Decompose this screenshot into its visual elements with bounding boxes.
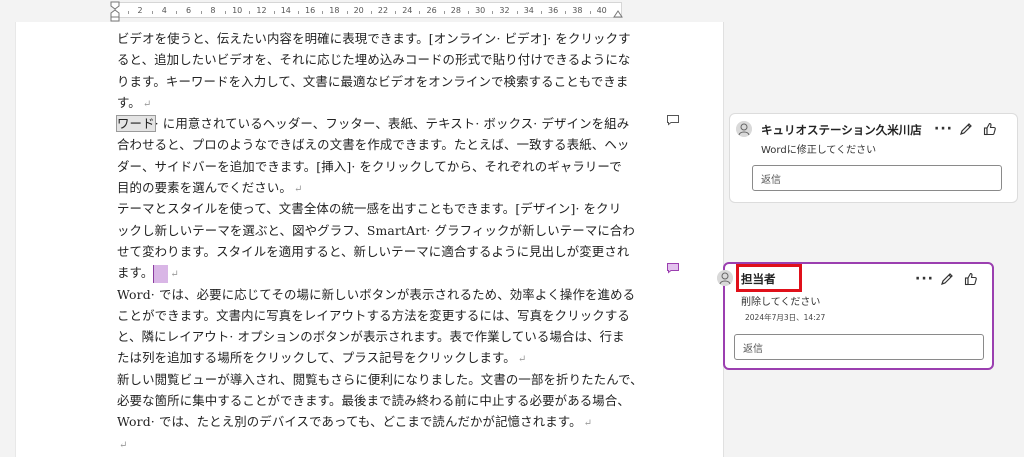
ruler-strip[interactable]: 2 4 6 8 10 12 14 16 18 20 22 24 26 28 30 32 34 36 38 40 [115, 2, 622, 18]
doc-line: 合わせると、プロのようなできばえの文書を作成できます。たとえば、一致する表紙、ヘ… [117, 137, 630, 153]
user-avatar-icon [717, 270, 733, 286]
comment-card-active[interactable]: 担当者 ··· 削除してください 2024年7月3日、14:27 返信 [717, 262, 994, 370]
ruler-tick [273, 11, 275, 14]
paragraph-mark: ↵ [517, 354, 527, 366]
ruler-tick [176, 11, 178, 14]
pencil-icon[interactable] [958, 121, 974, 137]
paragraph-mark: ↵ [583, 418, 593, 430]
document-body[interactable]: ビデオを使うと、伝えたい内容を明確に表現できます。[オンライン· ビデオ]· を… [116, 28, 643, 454]
doc-line: ビデオを使うと、伝えたい内容を明確に表現できます。[オンライン· ビデオ]· を… [117, 31, 631, 46]
doc-line: たは列を追加する場所をクリックして、プラス記号をクリックします。 ↵ [117, 350, 527, 366]
reply-input[interactable]: 返信 [752, 165, 1002, 191]
doc-line: ります。キーワードを入力して、文書に最適なビデオをオンラインで検索することもでき… [117, 73, 629, 89]
ruler-number: 40 [596, 6, 607, 15]
doc-line: 必要な箇所に集中することができます。最後まで読み終わる前に中止する必要がある場合… [117, 393, 630, 409]
ruler-tick [225, 11, 227, 14]
doc-line: ると、追加したいビデオを、それに応じた埋め込みコードの形式で貼り付けできるように… [117, 52, 631, 68]
ruler-tick [589, 11, 591, 14]
ruler-number: 4 [161, 6, 167, 15]
horizontal-ruler: 2 4 6 8 10 12 14 16 18 20 22 24 26 28 30 32 34 36 38 40 [0, 0, 1024, 22]
ruler-tick [565, 11, 567, 14]
paragraph-mark: ↵ [119, 439, 128, 451]
doc-line: Word· では、たとえ別のデバイスであっても、どこまで読んだかが記憶されます。… [117, 414, 593, 430]
comment-marker-icon[interactable] [666, 114, 680, 126]
ruler-tick [322, 11, 324, 14]
ruler-number: 24 [402, 6, 413, 15]
ruler-tick [152, 11, 154, 14]
thumbs-up-icon[interactable] [982, 121, 998, 137]
ruler-number: 34 [523, 6, 534, 15]
indent-marker-icon[interactable] [110, 0, 120, 22]
ruler-number: 30 [475, 6, 486, 15]
doc-line: Word· では、必要に応じてその場に新しいボタンが表示されるため、効率よく操作… [117, 286, 636, 302]
pencil-icon[interactable] [939, 271, 955, 287]
doc-line: せて変わります。スタイルを適用すると、新しいテーマに適合するように見出しが変更さ… [117, 243, 630, 259]
ruler-tick [468, 11, 470, 14]
ruler-tick [346, 11, 348, 14]
comment-date: 2024年7月3日、14:27 [745, 313, 826, 322]
doc-line: ワード· に用意されているヘッダー、フッター、表紙、テキスト· ボックス· デザ… [116, 115, 630, 133]
comment-text: 削除してください [741, 297, 821, 308]
ruler-tick [200, 11, 202, 14]
paragraph-mark: ↵ [142, 98, 152, 110]
doc-line: す。 ↵ [117, 94, 152, 110]
commented-range[interactable] [153, 264, 169, 283]
ruler-number: 20 [353, 6, 364, 15]
more-options-icon[interactable]: ··· [915, 272, 934, 286]
document-page[interactable]: ビデオを使うと、伝えたい内容を明確に表現できます。[オンライン· ビデオ]· を… [15, 22, 724, 457]
doc-line: と、隣にレイアウト· オプションのボタンが表示されます。表で作業している場合は、… [117, 329, 625, 345]
ruler-number: 18 [329, 6, 340, 15]
doc-line: テーマとスタイルを使って、文書全体の統一感を出すこともできます。[デザイン]· … [117, 201, 622, 217]
ruler-number: 36 [548, 6, 559, 15]
ruler-number: 22 [377, 6, 389, 15]
comment-author: キュリオステーション久米川店 [761, 123, 922, 137]
ruler-number: 28 [450, 6, 461, 15]
ruler-tick [419, 11, 421, 14]
ruler-number: 8 [210, 6, 216, 15]
paragraph-mark: ↵ [170, 269, 179, 281]
comment-marker-icon[interactable] [666, 262, 680, 274]
reply-input[interactable]: 返信 [734, 334, 984, 360]
ruler-number: 26 [426, 6, 437, 15]
paragraph-mark: ↵ [293, 184, 303, 196]
more-options-icon[interactable]: ··· [934, 122, 953, 136]
ruler-number: 32 [499, 6, 510, 15]
comment-text: Wordに修正してください [761, 145, 877, 156]
user-avatar-icon [736, 121, 752, 137]
ruler-number: 14 [280, 6, 291, 15]
ruler-tick [395, 11, 397, 14]
ruler-tick [297, 11, 299, 14]
doc-line: ↵ [117, 433, 632, 454]
ruler-tick [516, 11, 518, 14]
comment-card[interactable]: キュリオステーション久米川店 ··· Wordに修正してください 返信 [729, 113, 1018, 203]
doc-line: 新しい閲覧ビューが導入され、閲覧もさらに便利になりました。文書の一部を折りたたん… [117, 371, 643, 387]
ruler-tick [492, 11, 494, 14]
doc-line: ックし新しいテーマを選ぶと、図やグラフ、SmartArt· グラフィックが新しい… [117, 222, 635, 238]
ruler-tick [249, 11, 251, 14]
doc-line: ます。 ↵ [117, 262, 632, 283]
ruler-tick [540, 11, 542, 14]
comment-author: 担当者 [741, 272, 776, 286]
ruler-number: 10 [232, 6, 243, 15]
right-indent-marker-icon[interactable] [613, 8, 623, 18]
ruler-number: 6 [186, 6, 192, 15]
ruler-tick [443, 11, 445, 14]
ruler-number: 38 [572, 6, 583, 15]
doc-line: 目的の要素を選んでください。 ↵ [117, 180, 303, 196]
ruler-number: 12 [256, 6, 267, 15]
doc-line: ことができます。文書内に写真をレイアウトする方法を変更するには、写真をクリックす… [117, 307, 630, 323]
ruler-number: 16 [305, 6, 316, 15]
commented-word[interactable]: ワード [116, 115, 156, 133]
ruler-tick [127, 11, 129, 14]
ruler-tick [370, 11, 372, 14]
doc-line: ダー、サイドバーを追加できます。[挿入]· をクリックしてから、それぞれのギャラ… [117, 158, 622, 174]
thumbs-up-icon[interactable] [963, 271, 979, 287]
ruler-number: 2 [137, 6, 143, 15]
